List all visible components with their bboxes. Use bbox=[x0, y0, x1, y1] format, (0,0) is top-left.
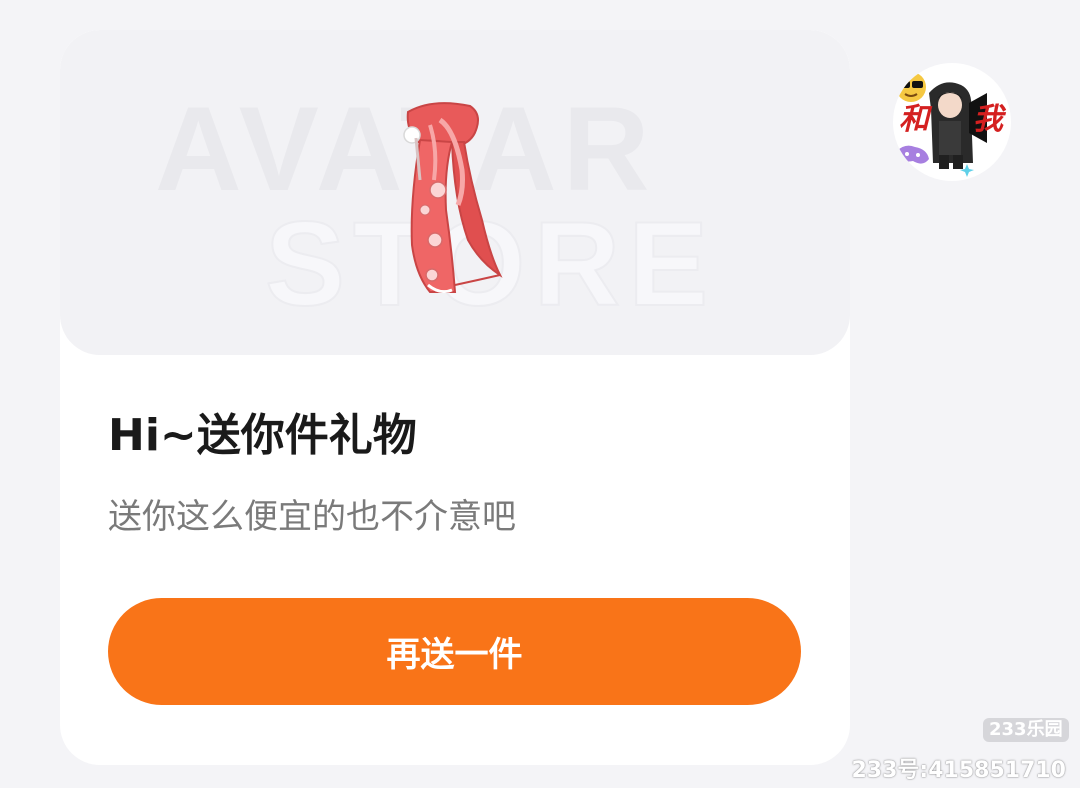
user-avatar[interactable]: 和 我 bbox=[893, 63, 1011, 181]
red-qipao-skirt-icon bbox=[403, 102, 503, 294]
gift-subtitle: 送你这么便宜的也不介意吧 bbox=[108, 497, 516, 537]
avatar-caption-right: 我 bbox=[973, 102, 1003, 137]
gift-banner: AVATAR STORE bbox=[60, 30, 850, 355]
gift-message-screen: AVATAR STORE Hi~送你件礼物 送你这么便宜的也不介意吧 再送一件 … bbox=[0, 0, 1080, 788]
user-id-watermark: 233号:415851710 bbox=[851, 758, 1067, 783]
send-another-button[interactable]: 再送一件 bbox=[108, 598, 801, 705]
gift-title: Hi~送你件礼物 bbox=[108, 410, 417, 461]
app-watermark-logo: 233乐园 bbox=[983, 718, 1069, 742]
avatar-caption-left: 和 bbox=[899, 102, 929, 137]
gift-card: AVATAR STORE Hi~送你件礼物 送你这么便宜的也不介意吧 再送一件 bbox=[60, 30, 850, 765]
